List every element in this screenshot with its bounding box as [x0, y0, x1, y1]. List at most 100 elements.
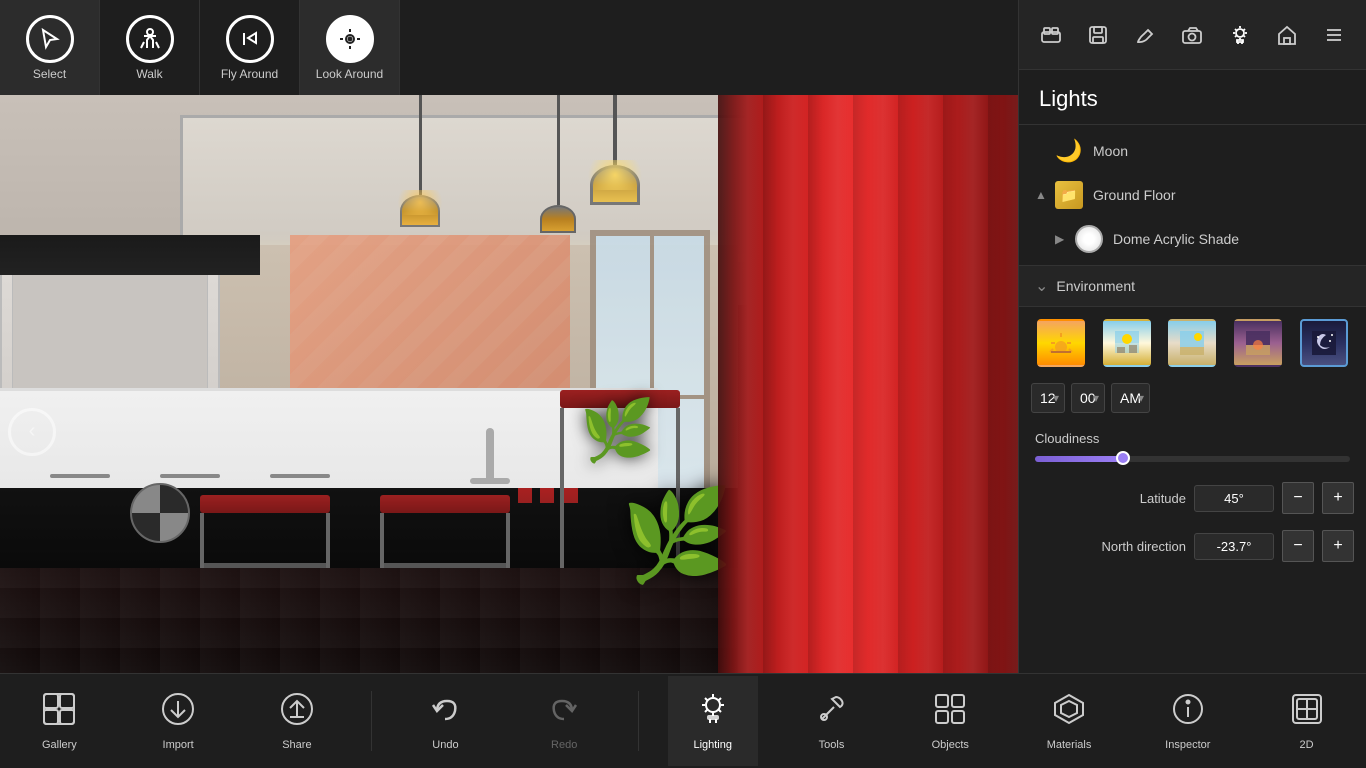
light-icon-btn[interactable] — [1219, 14, 1261, 56]
paint-icon-btn[interactable] — [1124, 14, 1166, 56]
tools-btn[interactable]: Tools — [787, 676, 877, 766]
latitude-minus-btn[interactable]: − — [1282, 482, 1314, 514]
camera-icon-btn[interactable] — [1171, 14, 1213, 56]
walk-label: Walk — [136, 67, 162, 81]
share-label: Share — [282, 739, 311, 751]
ground-floor-icon: 📁 — [1055, 181, 1083, 209]
select-tool[interactable]: Select — [0, 0, 100, 95]
2d-label: 2D — [1300, 739, 1314, 751]
objects-btn[interactable]: Objects — [905, 676, 995, 766]
ground-floor-label: Ground Floor — [1093, 187, 1175, 203]
redo-btn[interactable]: Redo — [519, 676, 609, 766]
pendant-left — [400, 95, 440, 227]
light-item-ground-floor[interactable]: ▲ 📁 Ground Floor — [1019, 173, 1366, 217]
select-icon — [26, 15, 74, 63]
divider-1 — [371, 691, 372, 751]
cloudiness-label: Cloudiness — [1019, 421, 1366, 452]
time-preset-day1[interactable] — [1103, 319, 1151, 367]
minute-select[interactable]: 00153045 — [1071, 383, 1105, 413]
lights-tree: 🌙 Moon ▲ 📁 Ground Floor ▶ Dome Acrylic S… — [1019, 125, 1366, 265]
look-around-label: Look Around — [316, 67, 383, 81]
materials-btn[interactable]: Materials — [1024, 676, 1114, 766]
objects-label: Objects — [932, 739, 969, 751]
lighting-btn[interactable]: Lighting — [668, 676, 758, 766]
home-icon-btn[interactable] — [1266, 14, 1308, 56]
plant-right: 🌿 — [621, 483, 733, 588]
bar-stool-1 — [200, 495, 330, 568]
fly-around-label: Fly Around — [221, 67, 278, 81]
right-panel: Lights 🌙 Moon ▲ 📁 Ground Floor ▶ Dome Ac… — [1018, 0, 1366, 768]
cloudiness-track[interactable] — [1035, 456, 1350, 462]
hour-select[interactable]: 12123 4567 891011 — [1031, 383, 1065, 413]
import-label: Import — [163, 739, 194, 751]
light-item-moon[interactable]: 🌙 Moon — [1019, 129, 1366, 173]
inspector-btn[interactable]: Inspector — [1143, 676, 1233, 766]
cloudiness-thumb[interactable] — [1116, 451, 1130, 465]
curtain-right — [718, 95, 1018, 768]
walk-tool[interactable]: Walk — [100, 0, 200, 95]
divider-2 — [638, 691, 639, 751]
gallery-label: Gallery — [42, 739, 77, 751]
look-around-tool[interactable]: Look Around — [300, 0, 400, 95]
pendant-center — [590, 95, 640, 205]
light-item-dome[interactable]: ▶ Dome Acrylic Shade — [1019, 217, 1366, 261]
dome-icon — [1075, 225, 1103, 253]
lights-title: Lights — [1019, 70, 1366, 125]
import-btn[interactable]: Import — [133, 676, 223, 766]
ampm-select-wrap: AMPM — [1111, 383, 1150, 413]
environment-title: Environment — [1056, 278, 1135, 294]
save-icon-btn[interactable] — [1077, 14, 1119, 56]
latitude-row: Latitude − + — [1019, 474, 1366, 522]
tools-icon — [814, 691, 850, 735]
panel-content: Lights 🌙 Moon ▲ 📁 Ground Floor ▶ Dome Ac… — [1019, 70, 1366, 768]
latitude-label: Latitude — [1031, 491, 1186, 506]
objects-icon — [932, 691, 968, 735]
north-direction-minus-btn[interactable]: − — [1282, 530, 1314, 562]
floor-nav-button[interactable]: ‹ — [8, 408, 56, 456]
gallery-icon — [41, 691, 77, 735]
2d-btn[interactable]: 2D — [1262, 676, 1352, 766]
bottom-toolbar: Gallery Import Share — [0, 673, 1366, 768]
gallery-btn[interactable]: Gallery — [14, 676, 104, 766]
environment-header[interactable]: ⌄ Environment — [1019, 265, 1366, 307]
lighting-icon — [695, 691, 731, 735]
undo-btn[interactable]: Undo — [400, 676, 490, 766]
materials-icon — [1051, 691, 1087, 735]
tools-label: Tools — [819, 739, 845, 751]
env-chevron-icon: ⌄ — [1035, 276, 1048, 296]
time-presets — [1019, 307, 1366, 375]
ampm-select[interactable]: AMPM — [1111, 383, 1150, 413]
share-btn[interactable]: Share — [252, 676, 342, 766]
north-direction-plus-btn[interactable]: + — [1322, 530, 1354, 562]
dome-expand: ▶ — [1055, 232, 1071, 246]
list-icon-btn[interactable] — [1313, 14, 1355, 56]
furniture-icon-btn[interactable] — [1030, 14, 1072, 56]
redo-icon — [546, 691, 582, 735]
inspector-icon — [1170, 691, 1206, 735]
checkered-vase — [130, 483, 190, 543]
2d-icon — [1289, 691, 1325, 735]
dome-label: Dome Acrylic Shade — [1113, 231, 1239, 247]
undo-label: Undo — [432, 739, 458, 751]
north-direction-input[interactable] — [1194, 533, 1274, 560]
minute-select-wrap: 00153045 — [1071, 383, 1105, 413]
time-preset-dusk[interactable] — [1234, 319, 1282, 367]
sink-area — [400, 428, 580, 488]
time-preset-day2[interactable] — [1168, 319, 1216, 367]
fly-around-tool[interactable]: Fly Around — [200, 0, 300, 95]
plant-left: 🌿 — [580, 395, 655, 466]
time-preset-night[interactable] — [1300, 319, 1348, 367]
hour-select-wrap: 12123 4567 891011 — [1031, 383, 1065, 413]
ground-floor-expand: ▲ — [1035, 188, 1051, 202]
latitude-plus-btn[interactable]: + — [1322, 482, 1354, 514]
look-around-icon — [326, 15, 374, 63]
inspector-label: Inspector — [1165, 739, 1210, 751]
latitude-input[interactable] — [1194, 485, 1274, 512]
bar-stool-2 — [380, 495, 510, 568]
share-icon — [279, 691, 315, 735]
undo-icon — [427, 691, 463, 735]
viewport[interactable]: 🌿 🌿 ‹ — [0, 95, 1018, 768]
time-preset-sunrise[interactable] — [1037, 319, 1085, 367]
north-direction-row: North direction − + — [1019, 522, 1366, 570]
pendant-glow — [585, 160, 645, 190]
